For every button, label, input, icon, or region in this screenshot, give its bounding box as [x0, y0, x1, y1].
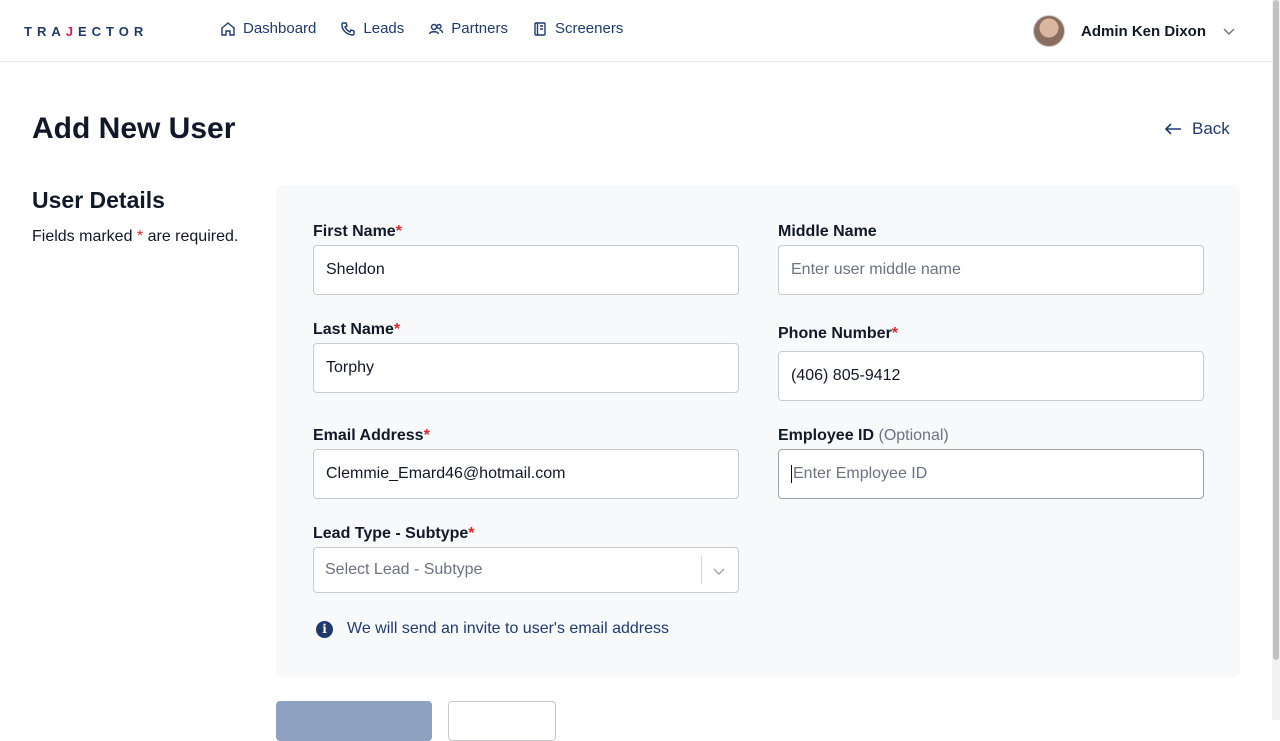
middle-name-input[interactable]: Enter user middle name — [778, 245, 1204, 295]
info-icon: i — [316, 620, 333, 638]
phone-number-input[interactable]: (406) 805-9412 — [778, 351, 1204, 401]
cancel-button[interactable] — [448, 701, 556, 741]
lead-type-label: Lead Type - Subtype* — [313, 525, 475, 542]
document-icon — [534, 21, 546, 36]
top-navbar: TRAJECTOR Dashboard Leads Partners Scree… — [0, 0, 1272, 62]
user-name[interactable]: Admin Ken Dixon — [1081, 23, 1206, 40]
phone-number-field: Phone Number* — [778, 325, 898, 343]
users-icon — [429, 23, 444, 34]
nav-partners[interactable]: Partners — [428, 20, 508, 37]
nav-leads[interactable]: Leads — [340, 20, 404, 37]
employee-id-placeholder: Enter Employee ID — [793, 465, 928, 482]
middle-name-label: Middle Name — [778, 223, 877, 240]
nav-screeners[interactable]: Screeners — [532, 20, 623, 37]
arrow-left-icon — [1164, 123, 1181, 135]
scrollbar-thumb[interactable] — [1273, 0, 1279, 660]
first-name-field: First Name* — [313, 223, 402, 241]
employee-id-input[interactable]: Enter Employee ID — [778, 449, 1204, 499]
first-name-input[interactable]: Sheldon — [313, 245, 739, 295]
email-field: Email Address* — [313, 427, 430, 445]
invite-info: i We will send an invite to user's email… — [316, 620, 669, 638]
lead-type-field: Lead Type - Subtype* — [313, 525, 475, 543]
page-title: Add New User — [32, 112, 236, 145]
first-name-label: First Name* — [313, 223, 402, 240]
nav-dashboard-label: Dashboard — [243, 20, 317, 37]
select-divider — [701, 556, 702, 584]
last-name-input[interactable]: Torphy — [313, 343, 739, 393]
email-input[interactable]: Clemmie_Emard46@hotmail.com — [313, 449, 739, 499]
phone-number-label: Phone Number* — [778, 325, 899, 342]
nav-screeners-label: Screeners — [554, 20, 624, 37]
back-button[interactable]: Back — [1164, 119, 1230, 139]
invite-info-text: We will send an invite to user's email a… — [347, 620, 670, 637]
middle-name-field: Middle Name — [778, 223, 877, 241]
trajector-logo[interactable]: TRAJECTOR — [24, 24, 148, 39]
last-name-label: Last Name* — [313, 321, 401, 338]
user-details-card: First Name* Sheldon Middle Name Enter us… — [276, 185, 1240, 677]
chevron-down-icon[interactable] — [712, 564, 726, 578]
last-name-field: Last Name* — [313, 321, 400, 339]
user-menu[interactable]: Admin Ken Dixon — [1032, 15, 1236, 47]
section-title: User Details — [32, 187, 165, 213]
lead-type-placeholder: Select Lead - Subtype — [325, 561, 483, 578]
main-nav: Dashboard Leads Partners Screeners — [220, 20, 623, 37]
chevron-down-icon[interactable] — [1222, 24, 1236, 38]
nav-leads-label: Leads — [363, 20, 405, 37]
page-scrollbar[interactable] — [1272, 0, 1280, 720]
nav-dashboard[interactable]: Dashboard — [220, 20, 316, 37]
email-label: Email Address* — [313, 427, 430, 444]
phone-icon — [341, 21, 356, 36]
nav-partners-label: Partners — [451, 20, 508, 37]
add-user-button[interactable] — [276, 701, 432, 741]
required-note: Fields marked * are required. — [32, 228, 239, 245]
avatar[interactable] — [1032, 15, 1065, 47]
lead-type-select[interactable]: Select Lead - Subtype — [313, 547, 739, 593]
employee-id-field: Employee ID (Optional) — [778, 427, 949, 445]
home-icon — [221, 21, 235, 36]
employee-id-label: Employee ID (Optional) — [778, 427, 949, 444]
back-label: Back — [1192, 119, 1230, 138]
text-caret — [791, 465, 792, 483]
